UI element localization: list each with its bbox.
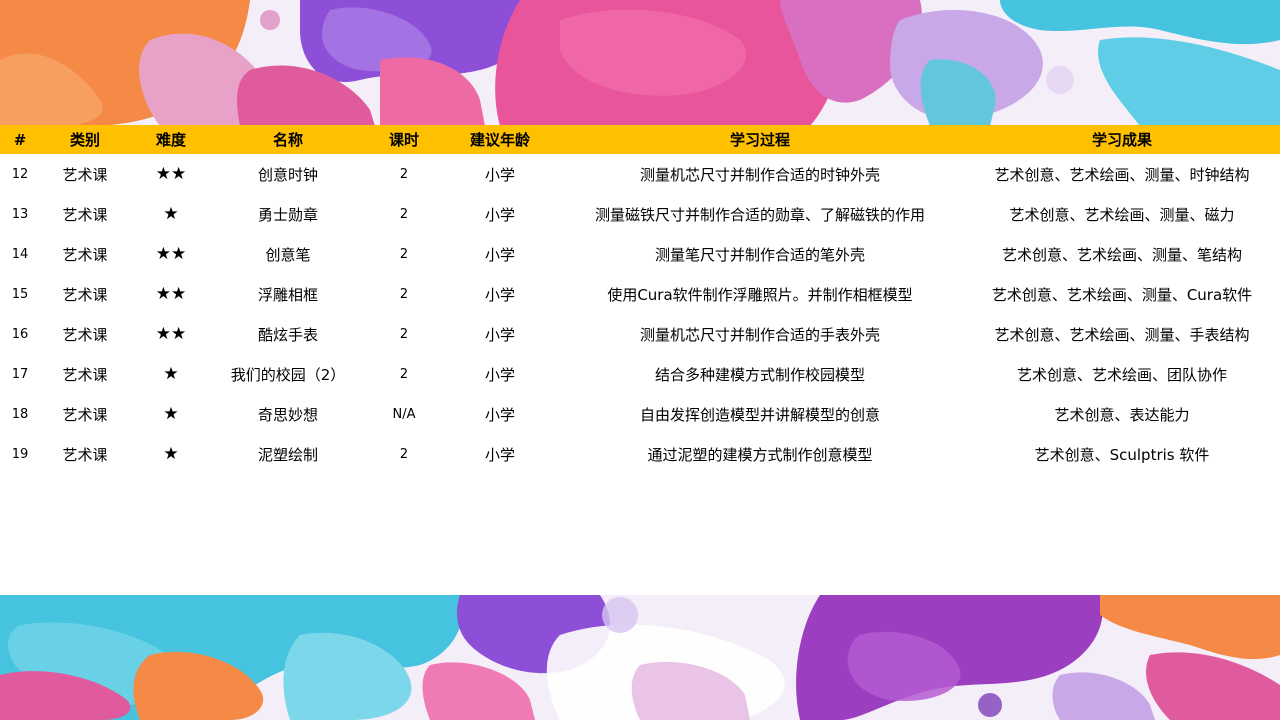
row-process: 测量机芯尺寸并制作合适的手表外壳 bbox=[639, 325, 880, 344]
row-course-name: 酷炫手表 bbox=[257, 325, 318, 344]
row-hours: 2 bbox=[399, 366, 409, 382]
header-difficulty: 难度 bbox=[130, 125, 212, 154]
row-process: 自由发挥创造模型并讲解模型的创意 bbox=[639, 405, 880, 424]
row-outcome: 艺术创意、艺术绘画、测量、手表结构 bbox=[994, 325, 1250, 344]
header-number: # bbox=[0, 125, 40, 154]
row-difficulty: ★ bbox=[163, 204, 179, 224]
row-difficulty: ★ bbox=[163, 364, 179, 384]
row-difficulty: ★ bbox=[163, 444, 179, 464]
row-age: 小学 bbox=[484, 365, 515, 384]
row-process: 使用Cura软件制作浮雕照片。并制作相框模型 bbox=[607, 285, 913, 304]
row-outcome: 艺术创意、表达能力 bbox=[1054, 405, 1190, 424]
table-row: 14 艺术课 ★★ 创意笔 2 小学 测量笔尺寸并制作合适的笔外壳 艺术创意、艺… bbox=[0, 234, 1280, 274]
row-category: 艺术课 bbox=[62, 365, 108, 384]
row-number: 18 bbox=[11, 406, 29, 422]
row-course-name: 创意时钟 bbox=[257, 165, 318, 184]
row-outcome: 艺术创意、艺术绘画、测量、时钟结构 bbox=[994, 165, 1250, 184]
top-decorative-banner bbox=[0, 0, 1280, 126]
row-outcome: 艺术创意、艺术绘画、测量、磁力 bbox=[1009, 205, 1235, 224]
row-age: 小学 bbox=[484, 405, 515, 424]
row-difficulty: ★★ bbox=[155, 324, 187, 344]
row-age: 小学 bbox=[484, 285, 515, 304]
row-outcome: 艺术创意、艺术绘画、团队协作 bbox=[1016, 365, 1227, 384]
row-course-name: 泥塑绘制 bbox=[257, 445, 318, 464]
table-row: 16 艺术课 ★★ 酷炫手表 2 小学 测量机芯尺寸并制作合适的手表外壳 艺术创… bbox=[0, 314, 1280, 354]
row-number: 17 bbox=[11, 366, 29, 382]
row-outcome: 艺术创意、Sculptris 软件 bbox=[1034, 445, 1210, 464]
row-number: 16 bbox=[11, 326, 29, 342]
row-category: 艺术课 bbox=[62, 325, 108, 344]
row-outcome: 艺术创意、艺术绘画、测量、Cura软件 bbox=[991, 285, 1253, 304]
row-course-name: 浮雕相框 bbox=[257, 285, 318, 304]
row-age: 小学 bbox=[484, 205, 515, 224]
row-process: 结合多种建模方式制作校园模型 bbox=[654, 365, 865, 384]
row-hours: 2 bbox=[399, 286, 409, 302]
row-category: 艺术课 bbox=[62, 165, 108, 184]
table-row: 13 艺术课 ★ 勇士勋章 2 小学 测量磁铁尺寸并制作合适的勋章、了解磁铁的作… bbox=[0, 194, 1280, 234]
header-name: 名称 bbox=[212, 125, 364, 154]
table-row: 12 艺术课 ★★ 创意时钟 2 小学 测量机芯尺寸并制作合适的时钟外壳 艺术创… bbox=[0, 154, 1280, 194]
row-course-name: 创意笔 bbox=[265, 245, 311, 264]
row-category: 艺术课 bbox=[62, 445, 108, 464]
row-course-name: 勇士勋章 bbox=[257, 205, 318, 224]
row-age: 小学 bbox=[484, 245, 515, 264]
row-outcome: 艺术创意、艺术绘画、测量、笔结构 bbox=[1001, 245, 1242, 264]
row-process: 测量机芯尺寸并制作合适的时钟外壳 bbox=[639, 165, 880, 184]
table-header-row: # 类别 难度 名称 课时 建议年龄 学习过程 学习成果 bbox=[0, 125, 1280, 154]
row-hours: 2 bbox=[399, 206, 409, 222]
row-course-name: 我们的校园（2） bbox=[230, 365, 346, 384]
row-number: 12 bbox=[11, 166, 29, 182]
row-hours: 2 bbox=[399, 166, 409, 182]
table-row: 17 艺术课 ★ 我们的校园（2） 2 小学 结合多种建模方式制作校园模型 艺术… bbox=[0, 354, 1280, 394]
row-hours: 2 bbox=[399, 246, 409, 262]
row-difficulty: ★★ bbox=[155, 284, 187, 304]
row-process: 测量笔尺寸并制作合适的笔外壳 bbox=[654, 245, 865, 264]
header-category: 类别 bbox=[40, 125, 130, 154]
bottom-decorative-banner bbox=[0, 595, 1280, 720]
row-category: 艺术课 bbox=[62, 245, 108, 264]
row-hours: 2 bbox=[399, 446, 409, 462]
row-process: 测量磁铁尺寸并制作合适的勋章、了解磁铁的作用 bbox=[594, 205, 925, 224]
header-process: 学习过程 bbox=[556, 125, 964, 154]
header-hours: 课时 bbox=[364, 125, 444, 154]
row-number: 15 bbox=[11, 286, 29, 302]
row-hours: N/A bbox=[392, 406, 416, 422]
row-difficulty: ★★ bbox=[155, 164, 187, 184]
row-category: 艺术课 bbox=[62, 405, 108, 424]
row-process: 通过泥塑的建模方式制作创意模型 bbox=[647, 445, 873, 464]
header-age: 建议年龄 bbox=[444, 125, 556, 154]
header-outcome: 学习成果 bbox=[964, 125, 1280, 154]
row-number: 14 bbox=[11, 246, 29, 262]
row-course-name: 奇思妙想 bbox=[257, 405, 318, 424]
table-row: 19 艺术课 ★ 泥塑绘制 2 小学 通过泥塑的建模方式制作创意模型 艺术创意、… bbox=[0, 434, 1280, 474]
row-difficulty: ★ bbox=[163, 404, 179, 424]
table-row: 18 艺术课 ★ 奇思妙想 N/A 小学 自由发挥创造模型并讲解模型的创意 艺术… bbox=[0, 394, 1280, 434]
row-age: 小学 bbox=[484, 165, 515, 184]
table-row: 15 艺术课 ★★ 浮雕相框 2 小学 使用Cura软件制作浮雕照片。并制作相框… bbox=[0, 274, 1280, 314]
row-number: 13 bbox=[11, 206, 29, 222]
row-age: 小学 bbox=[484, 325, 515, 344]
row-category: 艺术课 bbox=[62, 205, 108, 224]
row-age: 小学 bbox=[484, 445, 515, 464]
row-difficulty: ★★ bbox=[155, 244, 187, 264]
row-hours: 2 bbox=[399, 326, 409, 342]
course-table: # 类别 难度 名称 课时 建议年龄 学习过程 学习成果 12 艺术课 ★★ 创… bbox=[0, 125, 1280, 474]
row-number: 19 bbox=[11, 446, 29, 462]
row-category: 艺术课 bbox=[62, 285, 108, 304]
